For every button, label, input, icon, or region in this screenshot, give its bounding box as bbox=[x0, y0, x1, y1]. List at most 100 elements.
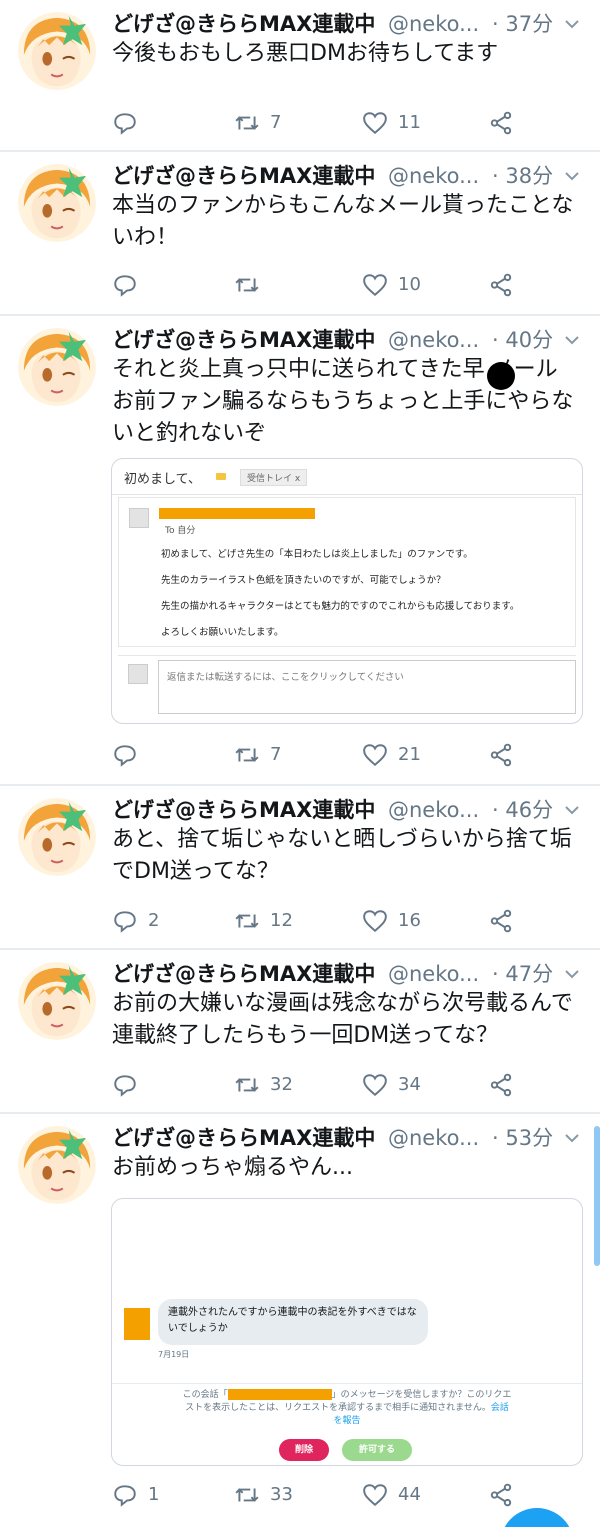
chevron-down-icon[interactable] bbox=[562, 166, 582, 186]
author-handle[interactable]: @neko... bbox=[388, 322, 479, 358]
reply-button[interactable] bbox=[112, 270, 148, 300]
share-button[interactable] bbox=[488, 108, 514, 138]
share-button[interactable] bbox=[488, 1480, 514, 1510]
author-name[interactable]: どげざ@きららMAX連載中 bbox=[112, 158, 375, 194]
chevron-down-icon[interactable] bbox=[562, 330, 582, 350]
retweet-button[interactable]: 12 bbox=[234, 906, 293, 936]
email-subject: 初めまして、 bbox=[124, 472, 201, 487]
heart-icon bbox=[363, 1484, 387, 1507]
author-handle[interactable]: @neko... bbox=[388, 158, 479, 194]
reply-icon bbox=[114, 911, 136, 933]
reply-icon bbox=[114, 1485, 136, 1507]
author-handle[interactable]: @neko... bbox=[388, 792, 479, 828]
reply-button[interactable]: 1 bbox=[112, 1480, 159, 1510]
reply-count: 2 bbox=[148, 910, 160, 931]
scrollbar[interactable] bbox=[594, 1126, 600, 1266]
like-button[interactable]: 44 bbox=[362, 1480, 421, 1510]
reply-icon bbox=[114, 1075, 136, 1097]
heart-icon bbox=[363, 112, 387, 135]
avatar[interactable] bbox=[18, 328, 96, 406]
avatar[interactable] bbox=[18, 962, 96, 1040]
like-button[interactable]: 34 bbox=[362, 1070, 421, 1100]
retweet-button[interactable]: 33 bbox=[234, 1480, 293, 1510]
share-button[interactable] bbox=[488, 906, 514, 936]
like-button[interactable]: 16 bbox=[362, 906, 421, 936]
avatar[interactable] bbox=[18, 1126, 96, 1204]
email-line: 初めまして、どげさ先生の「本日わたしは炎上しました」のファンです。 bbox=[161, 549, 473, 560]
attached-email-screenshot[interactable]: 初めまして、 受信トレイ x To 自分 初めまして、どげさ先生の「本日わたしは… bbox=[111, 458, 583, 724]
chevron-down-icon[interactable] bbox=[562, 1128, 582, 1148]
message-request-notice: この会話「 」のメッセージを受信しますか？このリクエストを表示したことは、リクエス… bbox=[182, 1389, 512, 1428]
share-icon bbox=[490, 909, 512, 933]
label-tag-icon bbox=[216, 473, 226, 480]
tweet-text: あと、捨て垢じゃないと晒しづらいから捨て垢でDM送ってな？ bbox=[112, 827, 572, 884]
like-count: 21 bbox=[398, 744, 421, 765]
author-handle[interactable]: @neko... bbox=[388, 956, 479, 992]
email-recipient: To 自分 bbox=[165, 526, 196, 536]
share-button[interactable] bbox=[488, 740, 514, 770]
author-handle[interactable]: @neko... bbox=[388, 1120, 479, 1156]
reply-button[interactable] bbox=[112, 1070, 148, 1100]
tweet[interactable]: どげざ@きららMAX連載中 @neko... · 47分 お前の大嫌いな漫画は残… bbox=[0, 950, 600, 1114]
chevron-down-icon[interactable] bbox=[562, 14, 582, 34]
like-button[interactable]: 21 bbox=[362, 740, 421, 770]
timestamp[interactable]: · 53分 bbox=[492, 1120, 553, 1156]
reply-button[interactable] bbox=[112, 740, 148, 770]
email-header: 初めまして、 受信トレイ x bbox=[112, 459, 582, 495]
retweet-button[interactable] bbox=[234, 270, 270, 300]
timestamp[interactable]: · 37分 bbox=[492, 6, 553, 42]
author-name[interactable]: どげざ@きららMAX連載中 bbox=[112, 956, 375, 992]
email-line: 先生のカラーイラスト色紙を頂きたいのですが、可能でしょうか？ bbox=[161, 575, 446, 586]
attached-dm-screenshot[interactable]: 連載外されたんですから連載中の表記を外すべきではないでしょうか 7月19日 この… bbox=[111, 1198, 583, 1466]
tweet[interactable]: どげざ@きららMAX連載中 @neko... · 53分 お前めっちゃ煽るやん.… bbox=[0, 1114, 600, 1527]
retweet-button[interactable]: 7 bbox=[234, 740, 281, 770]
tweet-text: 今後もおもしろ悪口DMお待ちしてます bbox=[112, 41, 499, 66]
retweet-button[interactable]: 7 bbox=[234, 108, 281, 138]
tweet-text: それと炎上真っ只中に送られてきた早 メール お前ファン騙るならもうちょっと上手に… bbox=[112, 357, 574, 446]
author-handle[interactable]: @neko... bbox=[388, 6, 479, 42]
avatar[interactable] bbox=[18, 798, 96, 876]
like-button[interactable]: 11 bbox=[362, 108, 421, 138]
reply-icon bbox=[114, 113, 136, 135]
tweet[interactable]: どげざ@きららMAX連載中 @neko... · 37分 今後もおもしろ悪口DM… bbox=[0, 0, 600, 152]
heart-icon bbox=[363, 1074, 387, 1097]
reply-button[interactable] bbox=[112, 108, 148, 138]
retweet-count: 12 bbox=[270, 910, 293, 931]
timestamp[interactable]: · 38分 bbox=[492, 158, 553, 194]
email-line: 先生の描かれるキャラクターはとても魅力的ですのでこれからも応援しております。 bbox=[161, 601, 520, 612]
redaction-mark bbox=[487, 362, 515, 390]
timestamp[interactable]: · 40分 bbox=[492, 322, 553, 358]
author-name[interactable]: どげざ@きららMAX連載中 bbox=[112, 6, 375, 42]
retweet-button[interactable]: 32 bbox=[234, 1070, 293, 1100]
reply-button[interactable]: 2 bbox=[112, 906, 159, 936]
share-button[interactable] bbox=[488, 1070, 514, 1100]
like-count: 34 bbox=[398, 1074, 421, 1095]
author-name[interactable]: どげざ@きららMAX連載中 bbox=[112, 1120, 375, 1156]
share-button[interactable] bbox=[488, 270, 514, 300]
retweet-icon bbox=[235, 748, 259, 762]
email-reply-area: 返信または転送するには、ここをクリックしてください bbox=[118, 655, 576, 715]
avatar[interactable] bbox=[18, 164, 96, 242]
like-button[interactable]: 10 bbox=[362, 270, 421, 300]
dm-message: 連載外されたんですから連載中の表記を外すべきではないでしょうか bbox=[158, 1299, 428, 1345]
like-count: 16 bbox=[398, 910, 421, 931]
share-icon bbox=[490, 273, 512, 297]
tweet[interactable]: どげざ@きららMAX連載中 @neko... · 38分 本当のファンからもこん… bbox=[0, 152, 600, 316]
request-text: この会話「 bbox=[182, 1390, 228, 1400]
tweet[interactable]: どげざ@きららMAX連載中 @neko... · 46分 あと、捨て垢じゃないと… bbox=[0, 786, 600, 950]
share-icon bbox=[490, 743, 512, 767]
delete-button: 削除 bbox=[279, 1439, 329, 1461]
chevron-down-icon[interactable] bbox=[562, 964, 582, 984]
reply-count: 1 bbox=[148, 1484, 160, 1505]
retweet-icon bbox=[235, 1488, 259, 1502]
redacted-sender bbox=[159, 508, 315, 519]
email-line: よろしくお願いいたします。 bbox=[161, 627, 284, 638]
timestamp[interactable]: · 46分 bbox=[492, 792, 553, 828]
author-name[interactable]: どげざ@きららMAX連載中 bbox=[112, 792, 375, 828]
author-name[interactable]: どげざ@きららMAX連載中 bbox=[112, 322, 375, 358]
chevron-down-icon[interactable] bbox=[562, 800, 582, 820]
timestamp[interactable]: · 47分 bbox=[492, 956, 553, 992]
avatar[interactable] bbox=[18, 12, 96, 90]
redacted-avatar bbox=[124, 1308, 150, 1340]
heart-icon bbox=[363, 744, 387, 767]
